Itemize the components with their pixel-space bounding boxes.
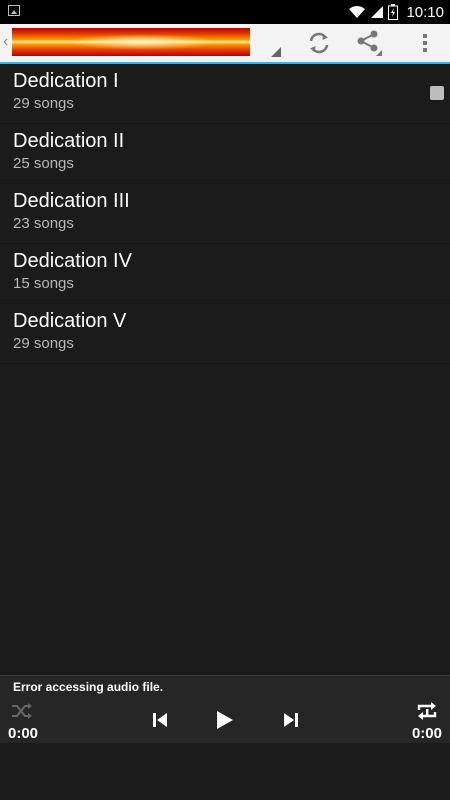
bottom-area <box>0 743 450 800</box>
next-icon <box>284 713 298 727</box>
image-notification-icon <box>8 5 20 16</box>
signal-icon <box>371 6 384 18</box>
playlist-title: Dedication V <box>13 310 127 332</box>
spinner-dropdown-icon[interactable] <box>271 47 281 57</box>
playlist-title: Dedication II <box>13 130 125 152</box>
list-item[interactable]: Dedication III 23 songs <box>0 184 450 244</box>
status-time: 10:10 <box>406 3 444 21</box>
playlist-song-count: 15 songs <box>13 275 74 292</box>
list-item[interactable]: Dedication V 29 songs <box>0 304 450 364</box>
screen: 10:10 ‹ Dedication I 29 songs Dedication… <box>0 0 450 800</box>
player-bar: Error accessing audio file. 0:00 0:00 <box>0 675 450 743</box>
action-bar: ‹ <box>0 24 450 64</box>
previous-icon <box>153 713 167 727</box>
playlist-song-count: 29 songs <box>13 95 74 112</box>
battery-icon <box>388 4 399 20</box>
scroll-thumb[interactable] <box>430 86 444 100</box>
app-logo[interactable] <box>12 28 250 56</box>
playlist-song-count: 23 songs <box>13 215 74 232</box>
shuffle-button[interactable] <box>8 700 36 722</box>
list-item[interactable]: Dedication IV 15 songs <box>0 244 450 304</box>
next-button[interactable] <box>277 706 305 734</box>
wifi-icon <box>349 6 366 18</box>
repeat-one-icon <box>417 702 437 720</box>
playlist-title: Dedication IV <box>13 250 132 272</box>
playlist-title: Dedication I <box>13 70 119 92</box>
status-icons: 10:10 <box>348 0 444 24</box>
back-caret-icon[interactable]: ‹ <box>3 33 8 51</box>
refresh-icon <box>309 32 329 54</box>
refresh-button[interactable] <box>296 24 342 62</box>
overflow-menu-icon <box>423 34 427 52</box>
playlist-song-count: 29 songs <box>13 335 74 352</box>
play-button[interactable] <box>210 704 240 736</box>
previous-button[interactable] <box>146 706 174 734</box>
playlist-list[interactable]: Dedication I 29 songs Dedication II 25 s… <box>0 64 450 364</box>
play-icon <box>217 711 233 729</box>
elapsed-time: 0:00 <box>8 725 39 742</box>
share-icon <box>357 30 382 56</box>
player-status-message: Error accessing audio file. <box>13 680 164 694</box>
duration-time: 0:00 <box>411 725 442 742</box>
list-item[interactable]: Dedication I 29 songs <box>0 64 450 124</box>
playlist-title: Dedication III <box>13 190 130 212</box>
list-item[interactable]: Dedication II 25 songs <box>0 124 450 184</box>
share-button[interactable] <box>346 24 392 62</box>
repeat-button[interactable] <box>413 698 441 724</box>
shuffle-icon <box>12 703 32 719</box>
playlist-song-count: 25 songs <box>13 155 74 172</box>
status-bar: 10:10 <box>0 0 450 24</box>
overflow-menu-button[interactable] <box>402 24 448 62</box>
